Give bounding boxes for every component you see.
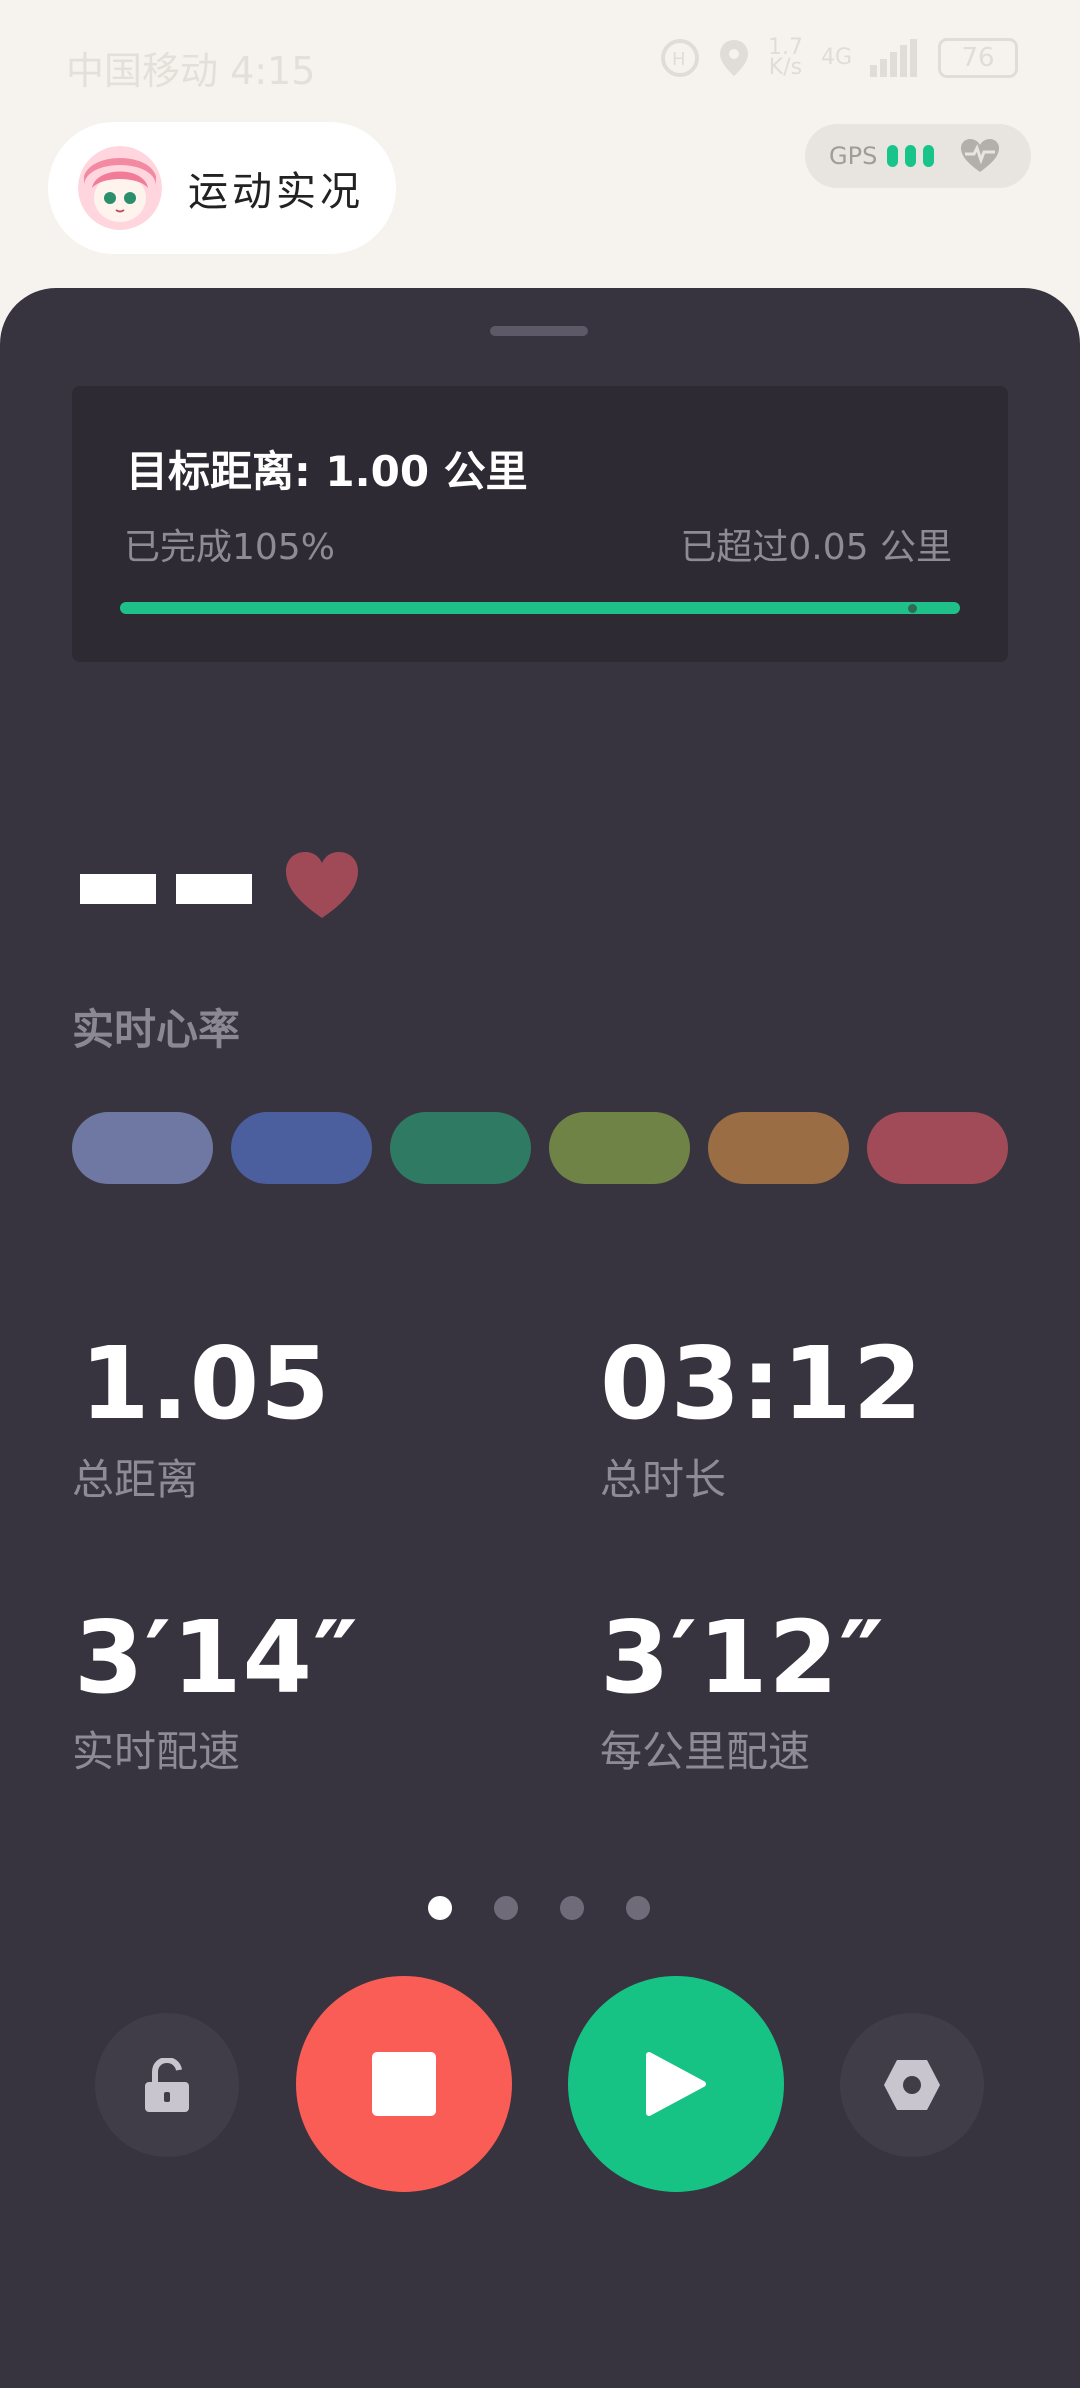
heart-rate-placeholder-dash xyxy=(80,874,156,904)
hr-zone-4 xyxy=(549,1112,690,1184)
total-duration-label: 总时长 xyxy=(600,1455,727,1504)
heart-icon xyxy=(286,852,358,918)
heart-monitor-icon xyxy=(961,139,1000,172)
lock-button[interactable] xyxy=(95,2013,239,2157)
page-indicator[interactable] xyxy=(428,1896,650,1920)
page-dot[interactable] xyxy=(560,1896,584,1920)
carrier-time: 中国移动 4:15 xyxy=(66,49,316,93)
target-distance-title: 目标距离: 1.00 公里 xyxy=(126,447,528,496)
total-distance-label: 总距离 xyxy=(72,1455,199,1504)
stat-current-pace: 3′14″ xyxy=(74,1608,359,1708)
hr-zone-6 xyxy=(867,1112,1008,1184)
page-dot[interactable] xyxy=(626,1896,650,1920)
network-type: 4G xyxy=(820,45,852,70)
stat-avg-pace: 3′12″ xyxy=(600,1608,885,1708)
stop-button[interactable] xyxy=(296,1976,512,2192)
heart-rate-zones xyxy=(72,1112,1008,1184)
hexagon-settings-icon xyxy=(884,2060,940,2110)
avatar[interactable] xyxy=(78,146,162,230)
network-speed: 1.7 K/s xyxy=(767,35,803,80)
resume-button[interactable] xyxy=(568,1976,784,2192)
heart-rate-placeholder-dash xyxy=(176,874,252,904)
settings-button[interactable] xyxy=(840,2013,984,2157)
total-duration-value: 03:12 xyxy=(600,1325,924,1442)
unlock-icon xyxy=(145,2058,189,2112)
progress-marker xyxy=(908,604,917,613)
page-dot[interactable] xyxy=(428,1896,452,1920)
hr-zone-2 xyxy=(231,1112,372,1184)
battery-indicator: 76 xyxy=(938,38,1018,78)
gps-label: GPS xyxy=(829,142,878,170)
heart-rate-label: 实时心率 xyxy=(72,1005,241,1054)
stat-total-distance: 1.05 xyxy=(80,1334,331,1434)
stat-total-duration: 03:12 xyxy=(600,1334,923,1434)
workout-title-pill[interactable]: 运动实况 xyxy=(48,122,396,254)
hr-zone-5 xyxy=(708,1112,849,1184)
current-pace-label: 实时配速 xyxy=(72,1727,241,1776)
status-bar: 中国移动 4:15 H 1.7 K/s 4G 76 xyxy=(0,0,1080,120)
location-icon xyxy=(719,40,748,76)
svg-text:H: H xyxy=(672,49,686,70)
hr-zone-3 xyxy=(390,1112,531,1184)
signal-icon xyxy=(870,39,917,77)
drag-handle[interactable] xyxy=(490,326,588,336)
page-dot[interactable] xyxy=(494,1896,518,1920)
stop-icon xyxy=(372,2052,436,2116)
target-progress-bar xyxy=(120,602,960,614)
gps-signal-bars xyxy=(887,145,935,167)
status-icons: H 1.7 K/s 4G 76 xyxy=(660,35,1018,80)
play-icon xyxy=(646,2052,706,2116)
avg-pace-value: 3′12″ xyxy=(600,1599,885,1716)
hr-zone-1 xyxy=(72,1112,213,1184)
target-completed-text: 已完成105% xyxy=(124,527,335,568)
hd-call-icon: H xyxy=(660,39,699,77)
heart-rate-value xyxy=(80,874,252,904)
avg-pace-label: 每公里配速 xyxy=(600,1727,811,1776)
gps-status-pill: GPS xyxy=(805,124,1031,188)
target-exceeded-text: 已超过0.05 公里 xyxy=(680,527,952,568)
page-title: 运动实况 xyxy=(188,169,364,215)
current-pace-value: 3′14″ xyxy=(74,1599,359,1716)
total-distance-value: 1.05 xyxy=(80,1325,331,1442)
